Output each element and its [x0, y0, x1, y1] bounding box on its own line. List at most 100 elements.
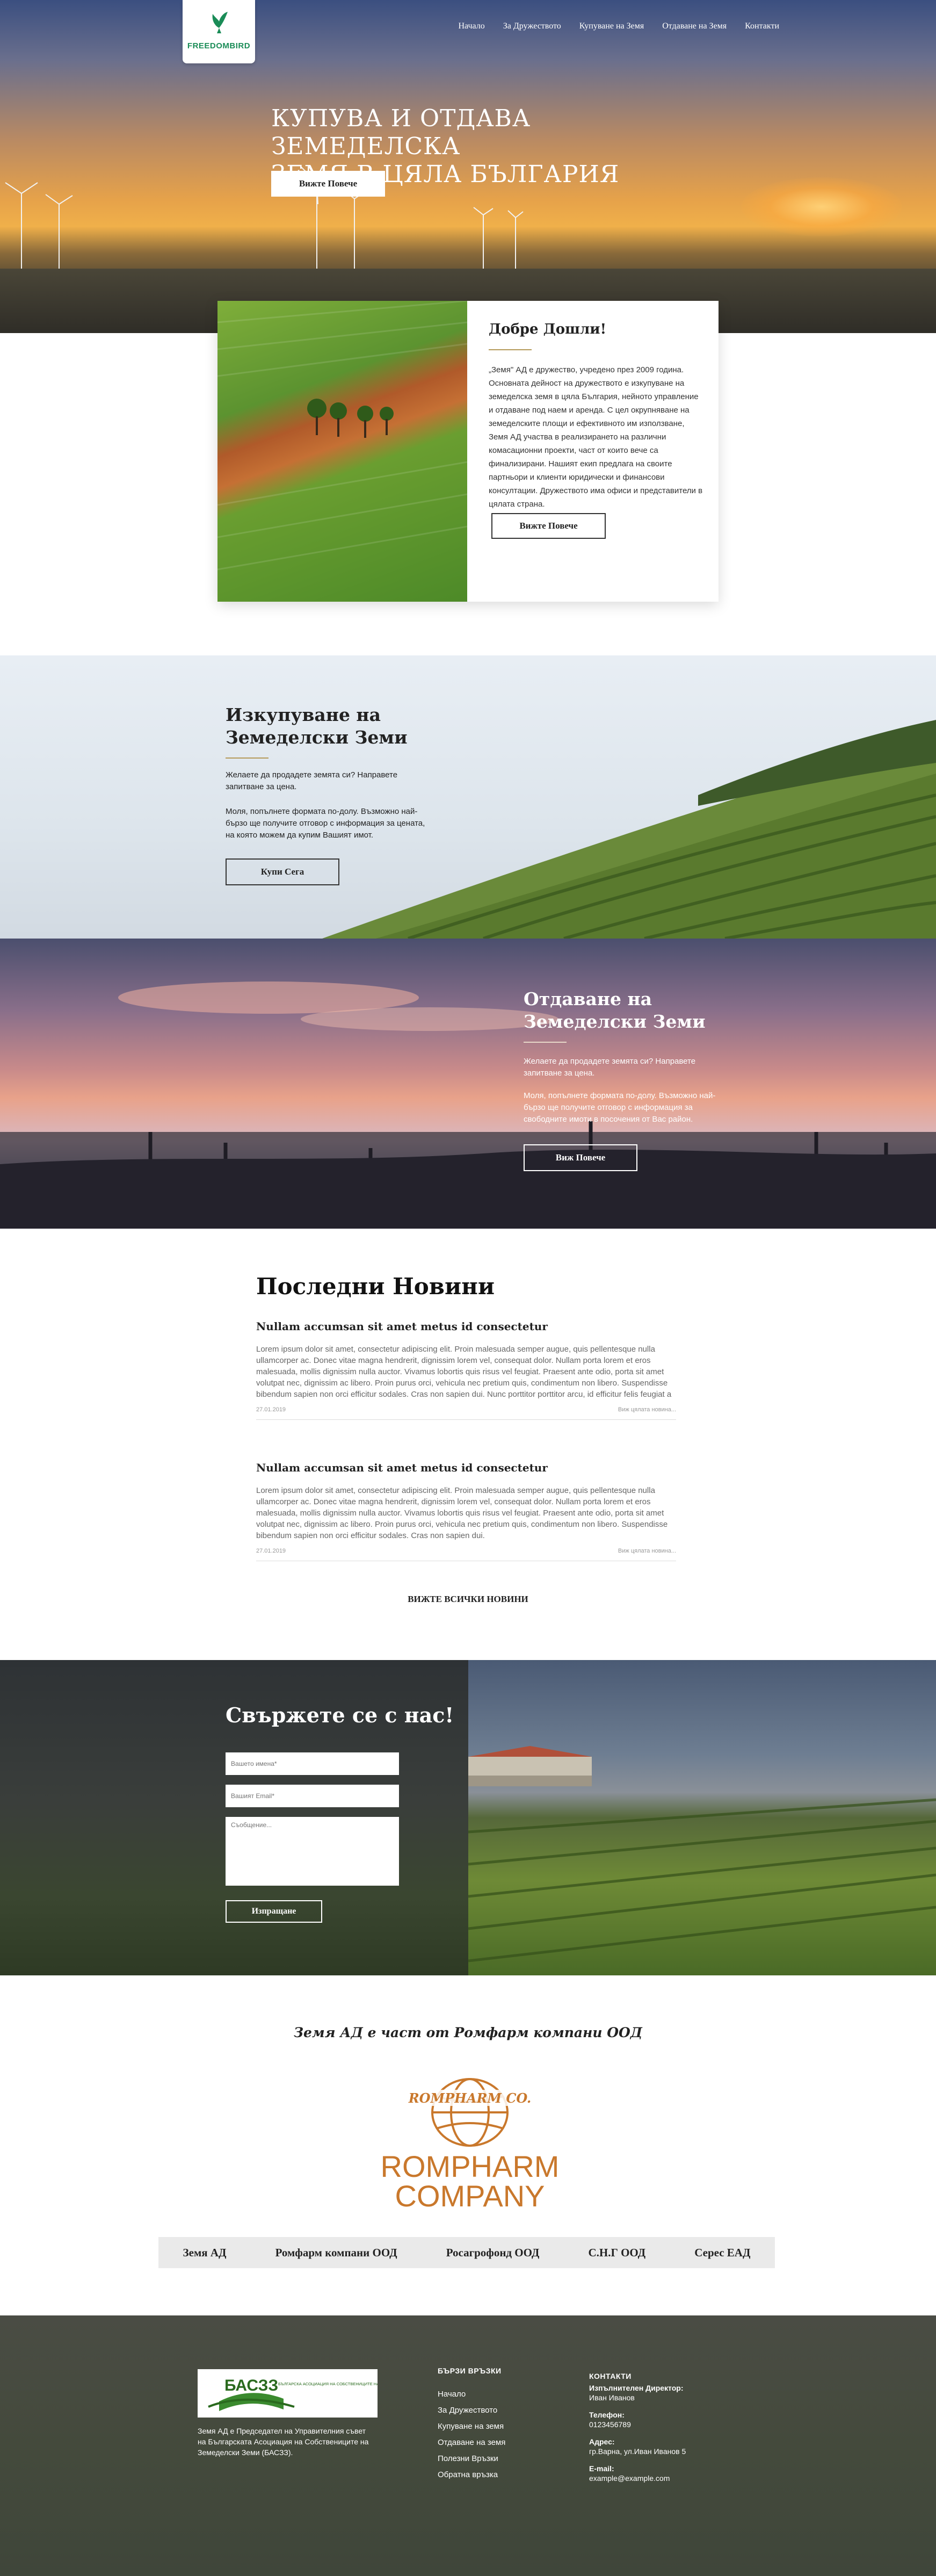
site-logo[interactable]: FREEDOMBIRD [183, 0, 255, 63]
news-item: Nullam accumsan sit amet metus id consec… [256, 1320, 676, 1420]
rent-title-line2: Земеделски Земи [524, 1011, 706, 1032]
field-stripes [217, 301, 467, 571]
sunset-glow [741, 177, 902, 236]
contact-section: Свържете се с нас! Изпращане [0, 1660, 936, 1975]
nav-about[interactable]: За Дружеството [503, 21, 561, 31]
vineyard-hills-image [322, 720, 936, 939]
news-item-text: Lorem ipsum dolor sit amet, consectetur … [256, 1486, 668, 1540]
news-item-title[interactable]: Nullam accumsan sit amet metus id consec… [256, 1320, 676, 1333]
hero-title-line1: КУПУВА И ОТДАВА ЗЕМЕДЕЛСКА [271, 105, 531, 160]
winery-image [468, 1660, 936, 1975]
quick-links-title: БЪРЗИ ВРЪЗКИ [438, 2366, 502, 2375]
email-info: E-mail: example@example.com [589, 2464, 750, 2483]
rent-title: Отдаване на Земеделски Земи [524, 988, 706, 1033]
director-value: Иван Иванов [589, 2393, 635, 2402]
bacz-logo[interactable]: БАСЗЗ БЪЛГАРСКА АСОЦИАЦИЯ НА СОБСТВЕНИЦИ… [198, 2369, 420, 2418]
nav-rent-land[interactable]: Отдаване на Земя [662, 21, 727, 31]
buy-land-section: Изкупуване на Земеделски Земи Желаете да… [0, 655, 936, 939]
hero-section: FREEDOMBIRD Начало За Дружеството Купува… [0, 0, 936, 333]
news-item-more-link[interactable]: Виж цялата новина... [618, 1406, 676, 1413]
bacz-abbr: БАСЗЗ [224, 2377, 278, 2394]
buy-title: Изкупуване на Земеделски Земи [226, 704, 408, 749]
partner-section: Земя АД е част от Ромфарм компани ООД RO… [0, 1975, 936, 2315]
welcome-more-button[interactable]: Вижте Повече [491, 513, 606, 539]
nav-buy-land[interactable]: Купуване на Земя [579, 21, 644, 31]
logo-text: FREEDOMBIRD [187, 41, 251, 50]
rompharm-name-line1: ROMPHARM [381, 2149, 560, 2183]
buy-title-line2: Земеделски Земи [226, 727, 408, 748]
email-value[interactable]: example@example.com [589, 2473, 750, 2483]
contacts-title: КОНТАКТИ [589, 2372, 632, 2380]
nav-home[interactable]: Начало [458, 21, 484, 31]
news-item-date: 27.01.2019 [256, 1406, 286, 1413]
director-info: Изпълнителен Директор: Иван Иванов [589, 2383, 750, 2402]
send-button[interactable]: Изпращане [226, 1900, 322, 1923]
footer-link[interactable]: Начало [438, 2390, 505, 2399]
name-field[interactable] [226, 1752, 399, 1775]
address-info: Адрес: гр.Варна, ул.Иван Иванов 5 [589, 2437, 750, 2456]
partner-company-link[interactable]: С.Н.Г ООД [588, 2246, 645, 2260]
welcome-title: Добре Дошли! [489, 321, 607, 337]
address-value: гр.Варна, ул.Иван Иванов 5 [589, 2447, 686, 2456]
rompharm-top-text: ROMPHARM CO. [408, 2090, 532, 2106]
gold-divider [524, 1042, 567, 1043]
news-section: Последни Новини Nullam accumsan sit amet… [0, 1229, 936, 1660]
welcome-card: Добре Дошли! „Земя" АД е дружество, учре… [217, 301, 719, 602]
partner-company-link[interactable]: Ромфарм компани ООД [275, 2246, 397, 2260]
partner-company-link[interactable]: Росагрофонд ООД [446, 2246, 540, 2260]
phone-label: Телефон: [589, 2411, 625, 2419]
news-item-text: Lorem ipsum dolor sit amet, consectetur … [256, 1345, 672, 1399]
rent-paragraph-1: Желаете да продадете земята си? Направет… [524, 1057, 696, 1078]
news-item-title[interactable]: Nullam accumsan sit amet metus id consec… [256, 1461, 676, 1474]
welcome-description: „Земя" АД е дружество, учредено през 200… [489, 365, 703, 509]
welcome-text-block: Добре Дошли! „Земя" АД е дружество, учре… [489, 321, 703, 511]
footer-link[interactable]: Отдаване на земя [438, 2438, 505, 2447]
email-field[interactable] [226, 1785, 399, 1807]
news-item: Nullam accumsan sit amet metus id consec… [256, 1461, 676, 1561]
partner-company-link[interactable]: Земя АД [183, 2246, 227, 2260]
quick-links-list: Начало За Дружеството Купуване на земя О… [438, 2390, 505, 2486]
bacz-full-name: БЪЛГАРСКА АСОЦИАЦИЯ НА СОБСТВЕНИЦИТЕ НА … [278, 2382, 378, 2386]
site-footer: БАСЗЗ БЪЛГАРСКА АСОЦИАЦИЯ НА СОБСТВЕНИЦИ… [0, 2315, 936, 2576]
footer-link[interactable]: Купуване на земя [438, 2422, 505, 2431]
director-label: Изпълнителен Директор: [589, 2384, 684, 2392]
welcome-section: Добре Дошли! „Земя" АД е дружество, учре… [0, 301, 936, 655]
news-item-date: 27.01.2019 [256, 1548, 286, 1554]
partner-company-link[interactable]: Серес ЕАД [694, 2246, 750, 2260]
rompharm-logo[interactable]: ROMPHARM CO. ROMPHARM COMPANY [376, 2069, 564, 2214]
buy-paragraph-1: Желаете да продадете земята си? Направет… [226, 770, 398, 791]
message-field[interactable] [226, 1817, 399, 1886]
field-image [217, 301, 467, 602]
vineyard-dusk-image [0, 982, 936, 1229]
email-label: E-mail: [589, 2464, 614, 2473]
news-title: Последни Новини [256, 1273, 495, 1300]
rompharm-globe-icon: ROMPHARM CO. ROMPHARM COMPANY [381, 2078, 560, 2213]
rent-more-button[interactable]: Виж Повече [524, 1144, 637, 1171]
partner-title: Земя АД е част от Ромфарм компани ООД [293, 2025, 643, 2040]
hero-more-button[interactable]: Вижте Повече [271, 171, 385, 197]
rent-title-line1: Отдаване на [524, 988, 652, 1009]
winery-scene [468, 1746, 936, 1962]
news-item-meta: 27.01.2019 Виж цялата новина... [256, 1548, 676, 1561]
contact-title: Свържете се с нас! [226, 1703, 454, 1727]
news-item-meta: 27.01.2019 Виж цялата новина... [256, 1406, 676, 1420]
phone-value[interactable]: 0123456789 [589, 2420, 750, 2429]
partner-companies-bar: Земя АД Ромфарм компани ООД Росагрофонд … [158, 2237, 775, 2268]
rompharm-name-line2: COMPANY [395, 2179, 545, 2213]
rent-land-section: Отдаване на Земеделски Земи Желаете да п… [0, 939, 936, 1229]
footer-link[interactable]: Полезни Връзки [438, 2454, 505, 2463]
nav-contacts[interactable]: Контакти [745, 21, 779, 31]
news-item-more-link[interactable]: Виж цялата новина... [618, 1548, 676, 1554]
footer-link[interactable]: Обратна връзка [438, 2470, 505, 2479]
buy-now-button[interactable]: Купи Сега [226, 858, 339, 885]
footer-about-text: Земя АД е Председател на Управителния съ… [198, 2427, 369, 2457]
footer-link[interactable]: За Дружеството [438, 2406, 505, 2415]
gold-divider [489, 349, 532, 350]
bacz-emblem: БАСЗЗ БЪЛГАРСКА АСОЦИАЦИЯ НА СОБСТВЕНИЦИ… [208, 2377, 420, 2411]
all-news-link[interactable]: ВИЖТЕ ВСИЧКИ НОВИНИ [0, 1594, 936, 1605]
buy-paragraph-2: Моля, попълнете формата по-долу. Възможн… [226, 807, 425, 840]
bird-logo-icon [212, 12, 228, 33]
buy-title-line1: Изкупуване на [226, 704, 381, 725]
gold-divider [226, 757, 269, 759]
phone-info: Телефон: 0123456789 [589, 2410, 750, 2429]
